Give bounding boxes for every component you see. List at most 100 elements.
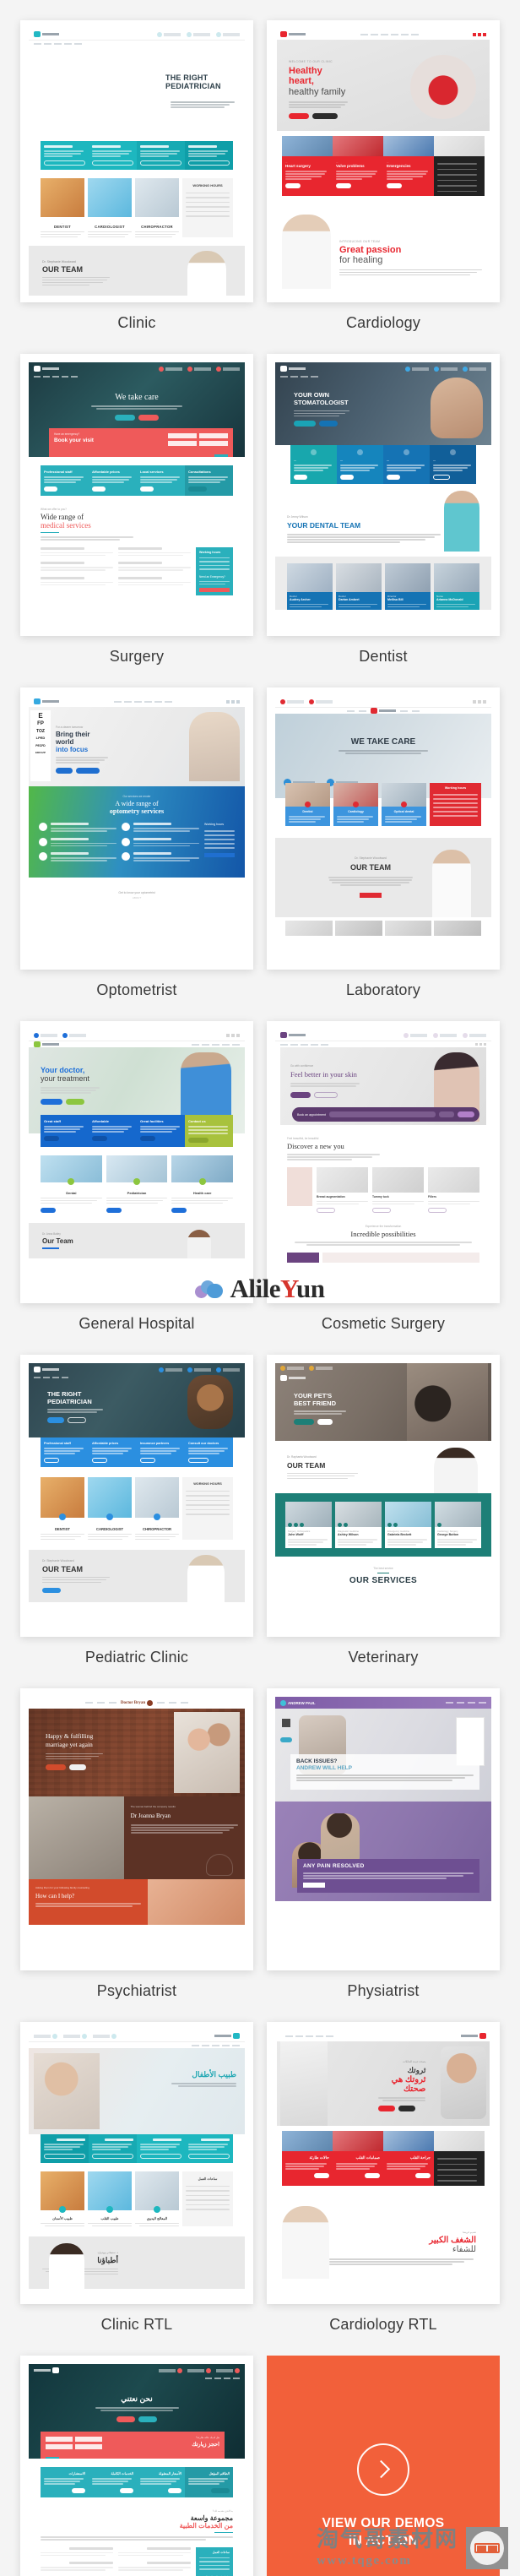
demo-card-general-hospital[interactable]: Your doctor, your treatment Great staff … (20, 1021, 253, 1303)
form-submit-button[interactable] (214, 454, 228, 457)
appointment-button[interactable] (76, 767, 100, 774)
demo-cell-surgery[interactable]: We take care Have an emergency? Book you… (20, 354, 253, 687)
hero-button[interactable] (41, 1098, 62, 1105)
chevron-right-circle-icon[interactable] (357, 2443, 409, 2496)
service-card[interactable]: ... Pediatrician (106, 1155, 168, 1213)
demo-card-surgery-rtl[interactable]: نحن نعتني هل لديك حالة طارئة؟ احجز زيارت… (20, 2356, 253, 2576)
team-member[interactable]: Emergency medicine Gabriela Beckett (385, 1502, 431, 1548)
booking-form[interactable]: هل لديك حالة طارئة؟ احجز زيارتك (41, 2432, 225, 2459)
procedure-card[interactable]: Fillers (428, 1166, 479, 1213)
demo-card-pediatric-clinic[interactable]: THE RIGHT PEDIATRICIAN Professional staf… (20, 1355, 253, 1637)
site-navbar[interactable] (275, 1041, 491, 1047)
team-member[interactable]: Cardiology, Surgery George Button (435, 1502, 481, 1548)
demo-card-optometrist[interactable]: E FP TOZ LPED PECFD EDFCZP For a clearer tomo… (20, 687, 253, 970)
team-member[interactable]: Doctor Darian Ambert (336, 562, 382, 610)
form-submit-button[interactable] (46, 2457, 59, 2459)
site-navbar[interactable] (280, 376, 318, 378)
service-card[interactable]: Cardiology (333, 783, 378, 826)
hero-button[interactable] (68, 1416, 86, 1423)
hero-button[interactable] (294, 421, 316, 427)
demo-cell-surgery-rtl[interactable]: نحن نعتني هل لديك حالة طارئة؟ احجز زيارت… (20, 2356, 253, 2576)
site-navbar[interactable] (34, 1377, 68, 1378)
demo-cell-pediatric-clinic[interactable]: THE RIGHT PEDIATRICIAN Professional staf… (20, 1355, 253, 1688)
read-more-button[interactable] (360, 892, 382, 898)
hero-button[interactable] (378, 2105, 396, 2111)
service-card[interactable]: طبيب القلب (88, 2171, 132, 2226)
demo-card-laboratory[interactable]: WE TAKE CARE Dentist Cardiology Optical … (267, 687, 500, 970)
view-demos-cta[interactable]: VIEW OUR DEMOS IN ACTION (267, 2356, 500, 2576)
demo-card-surgery[interactable]: We take care Have an emergency? Book you… (20, 354, 253, 636)
hero-button[interactable] (66, 1098, 84, 1105)
site-navbar[interactable] (355, 33, 424, 35)
procedure-card[interactable]: Breast augmentation (317, 1166, 368, 1213)
booking-form[interactable]: Have an emergency? Book your visit (49, 428, 233, 457)
demo-cell-clinic[interactable]: THE RIGHT PEDIATRICIAN ... DENTIST ... C… (20, 20, 253, 354)
site-navbar[interactable] (29, 40, 245, 46)
service-card[interactable]: المعالج اليدوي (135, 2171, 179, 2226)
demo-cell-optometrist[interactable]: E FP TOZ LPED PECFD EDFCZP For a clearer tomo… (20, 687, 253, 1021)
service-card[interactable]: ... DENTIST (41, 1476, 84, 1540)
site-navbar[interactable] (275, 707, 491, 714)
hero-button[interactable] (115, 414, 135, 421)
site-navbar[interactable] (108, 700, 177, 703)
hero-button[interactable] (290, 1091, 311, 1098)
read-more-button[interactable] (42, 1588, 61, 1594)
hero-button[interactable] (398, 2105, 416, 2111)
team-member[interactable]: Nurse Arianna McDonald (434, 562, 479, 610)
site-navbar[interactable]: ANDREW PAUL (275, 1697, 491, 1709)
demo-card-clinic-rtl[interactable]: طبيب الأطفال ساعات العمل المعالج اليدوي (20, 2022, 253, 2304)
demo-cell-cardiology[interactable]: WELCOME TO OUR CLINIC Healthy heart, hea… (267, 20, 500, 354)
service-card[interactable]: ... Dental (41, 1155, 102, 1213)
service-card[interactable]: Optical dental (382, 783, 426, 826)
demo-card-veterinary[interactable]: YOUR PET'S BEST FRIEND Dr. Raphaela Wood… (267, 1355, 500, 1637)
team-member[interactable]: Director Mellisa Bill (385, 562, 431, 610)
demo-cell-cosmetic-surgery[interactable]: Go with confidence Feel better in your s… (267, 1021, 500, 1355)
hero-button[interactable] (47, 1416, 64, 1423)
service-card[interactable]: طبيب الأسنان (41, 2171, 84, 2226)
team-member[interactable]: Surgery, Orthopedics John Wolff (285, 1502, 332, 1548)
site-navbar[interactable] (34, 376, 78, 378)
demo-cell-cta[interactable]: VIEW OUR DEMOS IN ACTION (267, 2356, 500, 2576)
site-navbar[interactable] (29, 1041, 245, 1047)
emergency-button[interactable] (199, 588, 230, 592)
appointment-button[interactable] (312, 112, 338, 119)
demo-card-cardiology-rtl[interactable]: بصحة جيدة للعائلات ثروتك ثروتك هي صحتك ج… (267, 2022, 500, 2304)
demo-cell-cardiology-rtl[interactable]: بصحة جيدة للعائلات ثروتك ثروتك هي صحتك ج… (267, 2022, 500, 2356)
site-navbar[interactable] (205, 2378, 240, 2379)
hero-button[interactable] (314, 1091, 338, 1098)
demo-card-cosmetic-surgery[interactable]: Go with confidence Feel better in your s… (267, 1021, 500, 1303)
demo-cell-general-hospital[interactable]: Your doctor, your treatment Great staff … (20, 1021, 253, 1355)
demo-cell-psychiatrist[interactable]: Doctor Bryan Happy & fulfilling marriage … (20, 1688, 253, 2022)
hero-button[interactable] (46, 1764, 66, 1770)
demo-cell-clinic-rtl[interactable]: طبيب الأطفال ساعات العمل المعالج اليدوي (20, 2022, 253, 2356)
booking-bar[interactable]: Book an appointment (292, 1107, 479, 1122)
book-button[interactable] (303, 1882, 325, 1888)
read-more-button[interactable] (289, 112, 309, 119)
demo-card-cardiology[interactable]: WELCOME TO OUR CLINIC Healthy heart, hea… (267, 20, 500, 302)
find-out-more-button[interactable] (294, 1418, 314, 1425)
book-button[interactable] (56, 767, 73, 774)
demo-cell-physiatrist[interactable]: ANDREW PAUL BACK ISSUES? ANDREW WILL HEL… (267, 1688, 500, 2022)
demo-cell-laboratory[interactable]: WE TAKE CARE Dentist Cardiology Optical … (267, 687, 500, 1021)
hero-button[interactable] (138, 2416, 157, 2422)
hero-button[interactable] (138, 414, 159, 421)
about-us-button[interactable] (317, 1418, 333, 1425)
site-navbar[interactable]: Doctor Bryan (29, 1697, 245, 1709)
service-card[interactable]: ... CHIROPRACTOR (135, 177, 179, 237)
demo-card-dentist[interactable]: YOUR OWN STOMATOLOGIST ... ... ... ... D… (267, 354, 500, 636)
team-member[interactable]: Diagnostic medicine Ashley Wilson (335, 1502, 382, 1548)
demo-cell-veterinary[interactable]: YOUR PET'S BEST FRIEND Dr. Raphaela Wood… (267, 1355, 500, 1688)
service-card[interactable]: Dentist (285, 783, 330, 826)
hero-button[interactable] (319, 421, 338, 427)
hero-button[interactable] (116, 2416, 135, 2422)
service-card[interactable]: ... DENTIST (41, 177, 84, 237)
site-navbar[interactable] (29, 2041, 245, 2048)
service-card[interactable]: ... CARDIOLOGIST (88, 1476, 132, 1540)
site-navbar[interactable] (280, 2035, 339, 2037)
booking-submit[interactable] (458, 1111, 474, 1117)
team-member[interactable]: Doctor Audrey Archer (287, 562, 333, 610)
service-card[interactable]: ... CARDIOLOGIST (88, 177, 132, 237)
demo-cell-dentist[interactable]: YOUR OWN STOMATOLOGIST ... ... ... ... D… (267, 354, 500, 687)
procedure-card[interactable]: Tummy tuck (372, 1166, 424, 1213)
demo-card-physiatrist[interactable]: ANDREW PAUL BACK ISSUES? ANDREW WILL HEL… (267, 1688, 500, 1970)
